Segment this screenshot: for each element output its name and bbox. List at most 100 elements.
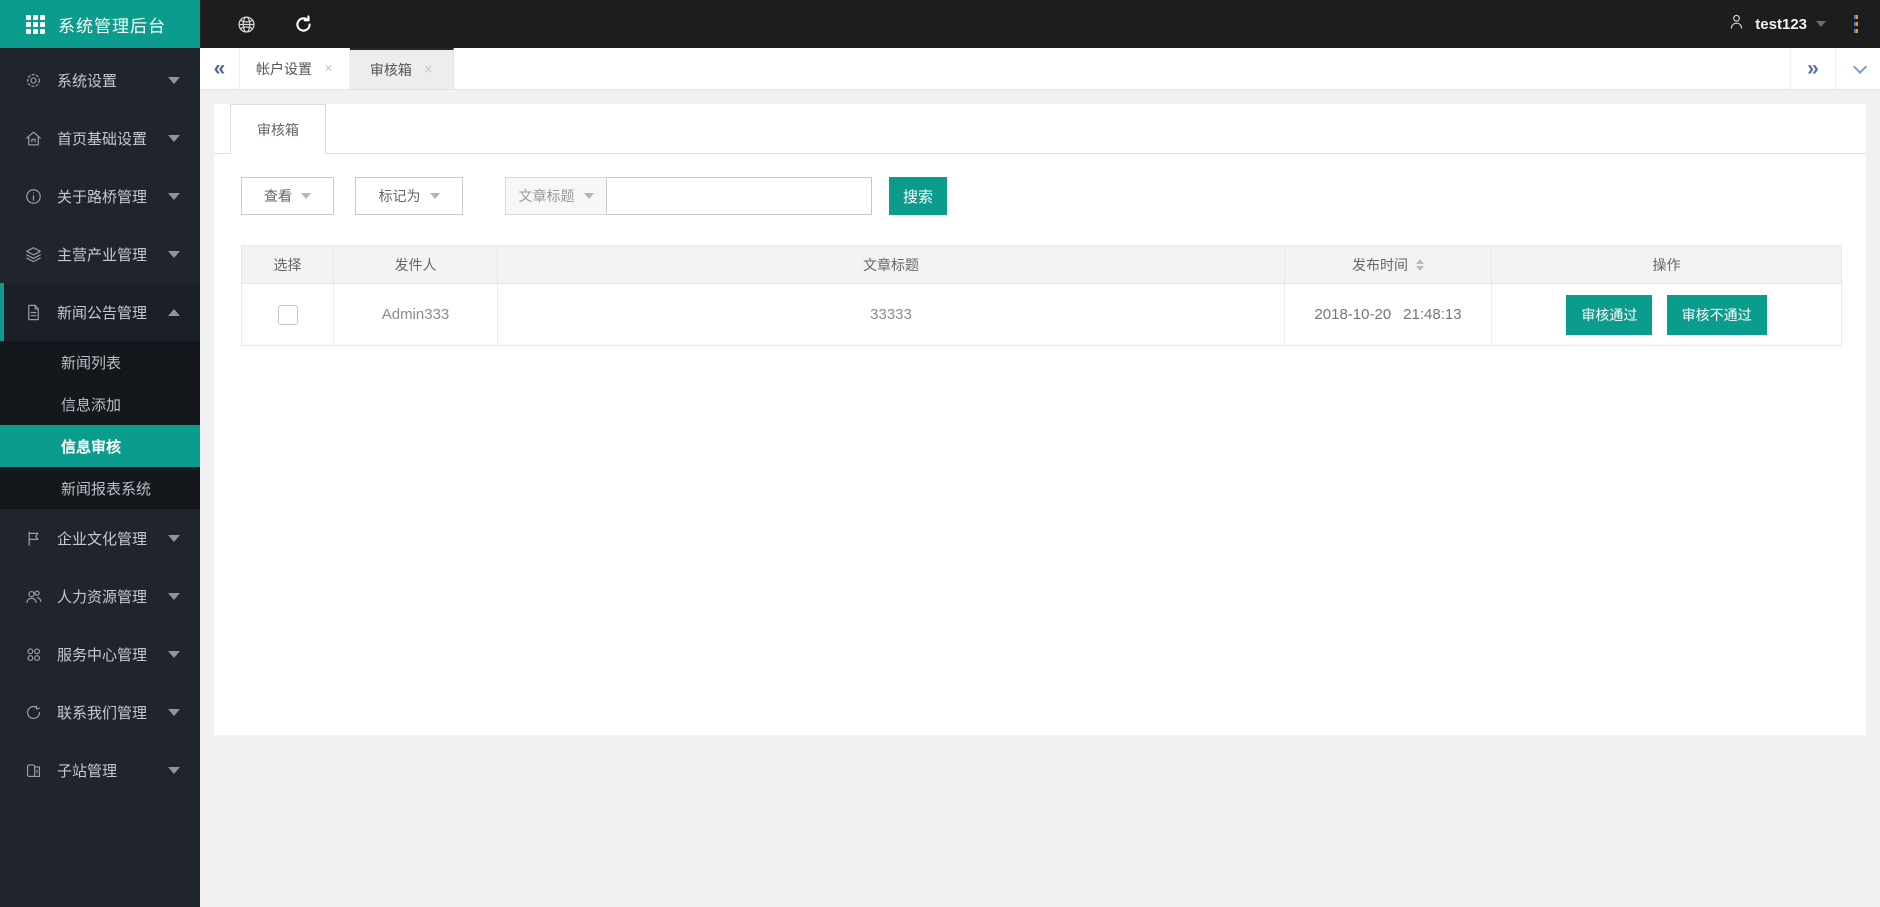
info-icon xyxy=(24,187,43,206)
search-field-label: 文章标题 xyxy=(518,188,575,204)
tabs-more-button[interactable]: » xyxy=(1790,48,1835,89)
document-icon xyxy=(24,303,43,322)
sidebar-item-label: 服务中心管理 xyxy=(57,646,148,664)
chevron-down-icon xyxy=(168,250,180,258)
submenu-item-info-add[interactable]: 信息添加 xyxy=(0,383,200,425)
command-icon xyxy=(24,645,43,664)
door-icon xyxy=(24,761,43,780)
publish-clock: 21:48:13 xyxy=(1403,306,1462,323)
submenu-item-news-list[interactable]: 新闻列表 xyxy=(0,341,200,383)
search-button[interactable]: 搜索 xyxy=(889,177,947,215)
filter-toolbar: 查看 标记为 文章标题 搜索 xyxy=(241,177,1839,215)
app-logo: 系统管理后台 xyxy=(0,0,200,48)
table-row: Admin333 33333 2018-10-20 21:48:13 审核通过 审… xyxy=(241,283,1842,346)
chevron-down-icon xyxy=(168,708,180,716)
search-input[interactable] xyxy=(606,177,872,215)
tab-label: 审核箱 xyxy=(369,61,412,78)
header-sender: 发件人 xyxy=(333,245,498,284)
sidebar-item-label: 联系我们管理 xyxy=(57,704,148,722)
tab-bar: « 帐户设置 × 审核箱 × » xyxy=(200,48,1880,90)
users-icon xyxy=(24,587,43,606)
sidebar-item-label: 系统设置 xyxy=(57,72,118,90)
table-header-row: 选择 发件人 文章标题 发布时间 操作 xyxy=(241,245,1842,284)
layers-icon xyxy=(24,245,43,264)
chevron-down-icon xyxy=(1853,59,1868,74)
submenu-item-label: 信息审核 xyxy=(61,438,122,456)
sidebar-item-label: 人力资源管理 xyxy=(57,588,148,606)
chevron-down-icon xyxy=(168,192,180,200)
close-icon[interactable]: × xyxy=(424,61,433,78)
header-select: 选择 xyxy=(241,245,334,284)
panel-tab-audit-box[interactable]: 审核箱 xyxy=(230,104,326,154)
chevron-down-icon xyxy=(301,193,311,199)
tabs-collapse-button[interactable]: « xyxy=(200,48,240,89)
content-area: 审核箱 查看 标记为 文章标题 搜索 选择 发件人 文章标题 发布时间 操作 A… xyxy=(200,90,1880,907)
submenu-item-label: 信息添加 xyxy=(61,396,122,414)
main-area: « 帐户设置 × 审核箱 × » 审核箱 查看 标记为 文章标题 搜索 选择 发… xyxy=(200,48,1880,907)
chevron-down-icon xyxy=(168,534,180,542)
chevrons-right-icon: » xyxy=(1807,56,1819,80)
chat-icon xyxy=(24,703,43,722)
sidebar-item-label: 关于路桥管理 xyxy=(57,188,148,206)
header-article-title: 文章标题 xyxy=(497,245,1285,284)
kebab-menu-icon[interactable] xyxy=(1850,11,1862,37)
header-publish-time[interactable]: 发布时间 xyxy=(1284,245,1492,284)
chevron-down-icon xyxy=(168,766,180,774)
tab-account-settings[interactable]: 帐户设置 × xyxy=(240,48,350,89)
sidebar-item-service-management[interactable]: 服务中心管理 xyxy=(0,625,200,683)
close-icon[interactable]: × xyxy=(324,60,333,77)
submenu-item-news-report[interactable]: 新闻报表系统 xyxy=(0,467,200,509)
news-submenu: 新闻列表 信息添加 信息审核 新闻报表系统 xyxy=(0,341,200,509)
chevron-down-icon xyxy=(168,134,180,142)
mark-as-dropdown-label: 标记为 xyxy=(378,188,421,204)
flag-icon xyxy=(24,529,43,548)
view-dropdown[interactable]: 查看 xyxy=(241,177,334,215)
cell-publish-time: 2018-10-20 21:48:13 xyxy=(1284,283,1492,346)
mark-as-dropdown[interactable]: 标记为 xyxy=(355,177,463,215)
submenu-item-label: 新闻报表系统 xyxy=(61,480,152,498)
submenu-item-info-audit[interactable]: 信息审核 xyxy=(0,425,200,467)
chevron-down-icon xyxy=(583,193,594,199)
sidebar-item-industry-management[interactable]: 主营产业管理 xyxy=(0,225,200,283)
sidebar-item-homepage-settings[interactable]: 首页基础设置 xyxy=(0,109,200,167)
reject-button[interactable]: 审核不通过 xyxy=(1666,294,1767,335)
gear-icon xyxy=(24,71,43,90)
sidebar-item-label: 首页基础设置 xyxy=(57,130,148,148)
submenu-item-label: 新闻列表 xyxy=(61,354,122,372)
view-dropdown-label: 查看 xyxy=(264,188,292,204)
cell-actions: 审核通过 审核不通过 xyxy=(1491,283,1842,346)
app-title: 系统管理后台 xyxy=(58,16,166,36)
sidebar-item-label: 主营产业管理 xyxy=(57,246,148,264)
app-header: 系统管理后台 test123 xyxy=(0,0,1880,48)
globe-icon[interactable] xyxy=(236,14,257,35)
approve-button[interactable]: 审核通过 xyxy=(1566,294,1653,335)
chevron-down-icon xyxy=(429,193,440,199)
topbar: test123 xyxy=(200,0,1880,48)
sidebar-item-system-settings[interactable]: 系统设置 xyxy=(0,51,200,109)
tab-audit-box[interactable]: 审核箱 × xyxy=(349,48,454,89)
header-actions: 操作 xyxy=(1491,245,1842,284)
sidebar-item-hr-management[interactable]: 人力资源管理 xyxy=(0,567,200,625)
sidebar-item-label: 新闻公告管理 xyxy=(57,304,148,322)
sidebar-item-label: 子站管理 xyxy=(57,762,118,780)
sort-icon[interactable] xyxy=(1416,258,1424,271)
sidebar-item-subsite-management[interactable]: 子站管理 xyxy=(0,741,200,799)
audit-panel: 审核箱 查看 标记为 文章标题 搜索 选择 发件人 文章标题 发布时间 操作 A… xyxy=(214,104,1866,735)
sidebar-item-about-management[interactable]: 关于路桥管理 xyxy=(0,167,200,225)
refresh-icon[interactable] xyxy=(293,14,314,35)
row-checkbox[interactable] xyxy=(277,304,298,325)
cell-article-title: 33333 xyxy=(497,283,1285,346)
sidebar-item-contact-management[interactable]: 联系我们管理 xyxy=(0,683,200,741)
chevron-down-icon xyxy=(168,76,180,84)
grid-icon xyxy=(26,14,45,34)
search-field-dropdown[interactable]: 文章标题 xyxy=(505,177,606,215)
sidebar-item-label: 企业文化管理 xyxy=(57,530,148,548)
chevron-up-icon xyxy=(168,308,180,316)
user-menu[interactable]: test123 xyxy=(1727,12,1826,36)
person-icon xyxy=(1727,12,1746,36)
sidebar-item-news-management[interactable]: 新闻公告管理 xyxy=(0,283,200,341)
panel-tab-strip: 审核箱 xyxy=(214,104,1866,154)
tabs-dropdown-button[interactable] xyxy=(1835,48,1880,89)
sidebar-item-culture-management[interactable]: 企业文化管理 xyxy=(0,509,200,567)
home-icon xyxy=(24,129,43,148)
